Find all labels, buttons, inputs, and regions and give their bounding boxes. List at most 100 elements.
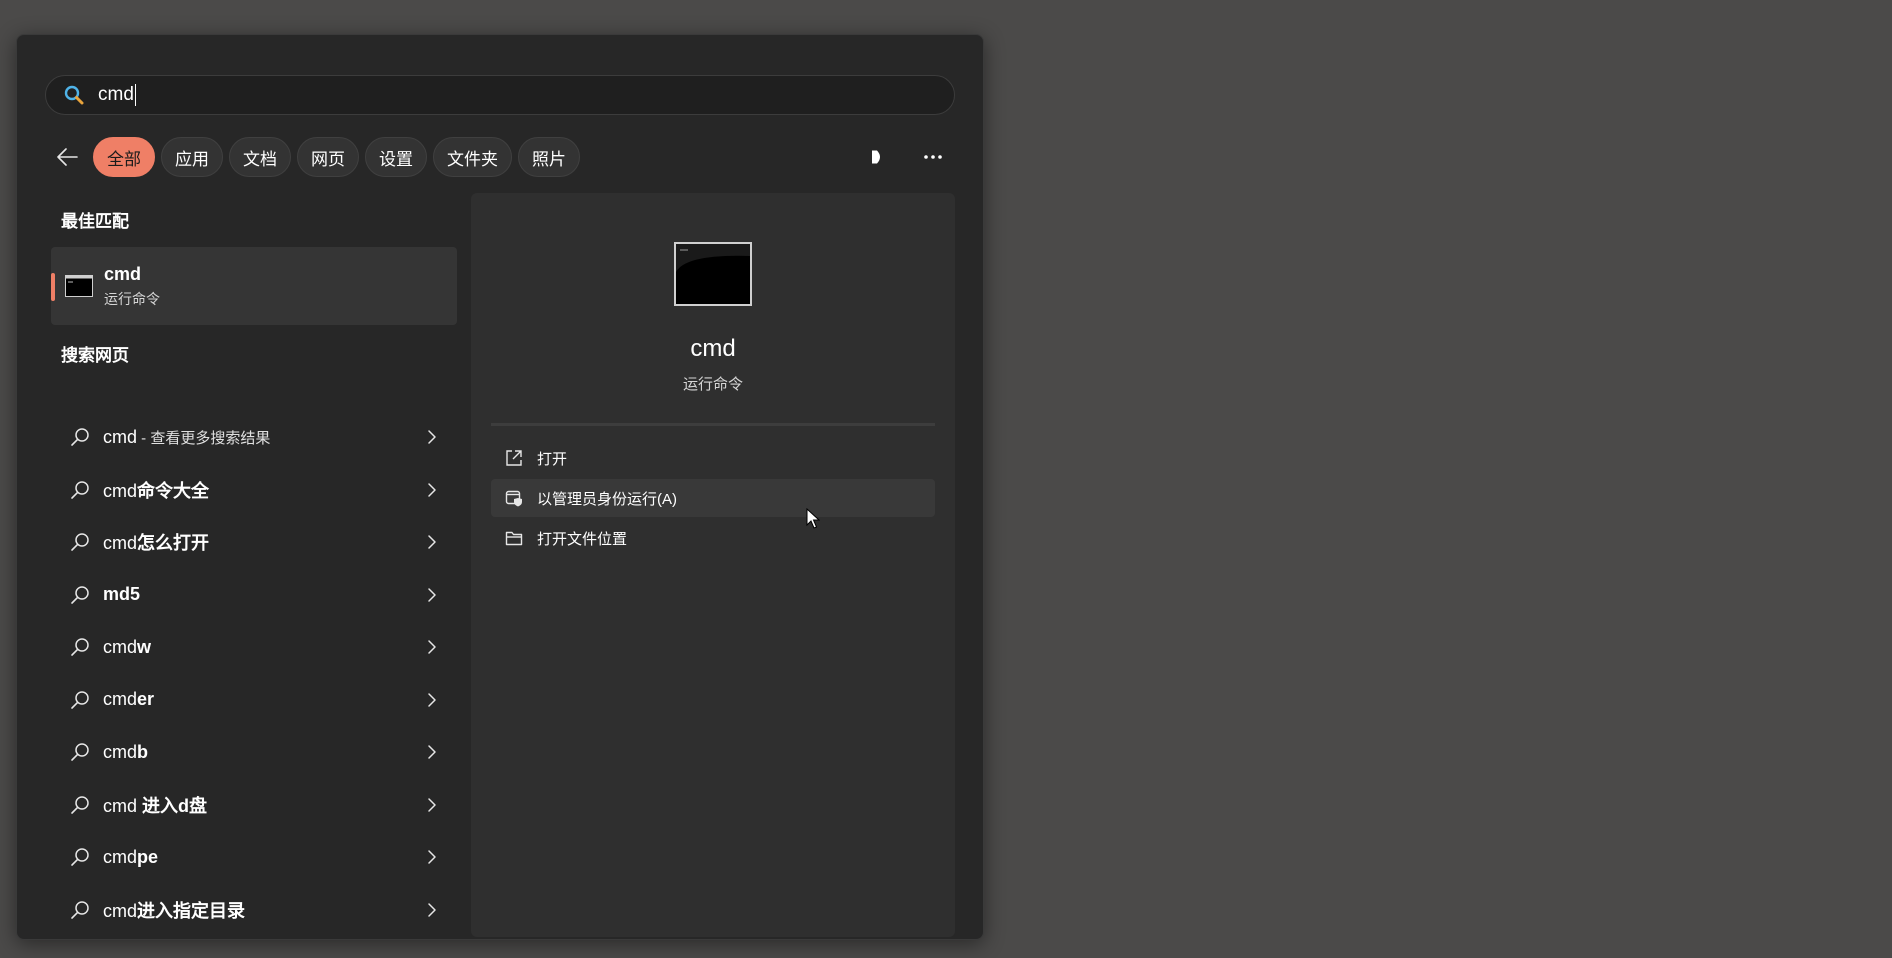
cmd-large-icon [674, 242, 752, 306]
play-button[interactable] [855, 137, 899, 177]
arrow-left-icon [57, 148, 78, 166]
web-suggestion-item[interactable]: cmdw [51, 621, 457, 674]
filter-chip[interactable]: 照片 [518, 137, 580, 177]
chevron-right-icon [428, 692, 436, 707]
suggestion-completion: 进入指定目录 [137, 900, 246, 921]
suggestion-text: md5 [103, 584, 140, 605]
filter-chip[interactable]: 设置 [365, 137, 427, 177]
suggestion-completion: 命令大全 [137, 480, 210, 501]
best-match-name: cmd [104, 263, 142, 284]
more-options-button[interactable] [911, 137, 955, 177]
detail-app-subtitle: 运行命令 [682, 376, 743, 393]
detail-app-name: cmd [690, 335, 736, 362]
suggestion-text: cmd进入指定目录 [103, 897, 245, 923]
search-icon [71, 481, 89, 499]
suggestion-text: cmd命令大全 [103, 477, 209, 503]
suggestion-completion: md5 [103, 584, 141, 605]
search-icon [71, 533, 89, 552]
chevron-right-icon [428, 535, 436, 549]
web-suggestion-item[interactable]: cmd - 查看更多搜索结果 [51, 411, 457, 464]
best-match-title: 最佳匹配 [61, 212, 129, 231]
suggestion-text: cmd - 查看更多搜索结果 [103, 427, 270, 448]
suggestion-completion: pe [137, 846, 159, 867]
search-icon [71, 638, 89, 657]
play-icon [872, 150, 880, 164]
search-input[interactable]: cmd [98, 83, 136, 106]
action-label: 打开 [537, 450, 568, 468]
filter-chip[interactable]: 网页 [297, 137, 359, 177]
search-icon [71, 848, 89, 867]
web-suggestion-item[interactable]: cmd进入指定目录 [51, 884, 457, 937]
web-suggestion-item[interactable]: cmd怎么打开 [51, 516, 457, 569]
filter-chip[interactable]: 应用 [161, 137, 223, 177]
suggestion-prefix: cmd [103, 480, 138, 501]
open-external-icon [506, 450, 522, 466]
suggestion-completion: 怎么打开 [137, 533, 210, 554]
suggestion-prefix: cmd [103, 900, 138, 921]
chevron-right-icon [428, 797, 436, 812]
cmd-app-icon [65, 275, 93, 297]
suggestion-prefix: cmd [103, 795, 138, 816]
filter-chip[interactable]: 文档 [229, 137, 291, 177]
mouse-cursor-icon [806, 508, 820, 529]
search-icon [71, 428, 89, 447]
suggestion-prefix: cmd [103, 689, 138, 710]
ellipsis-icon [924, 155, 942, 159]
detail-divider [491, 423, 935, 426]
suggestion-completion: w [137, 636, 152, 657]
search-icon [71, 691, 89, 709]
action-open[interactable]: 打开 [491, 439, 935, 477]
start-search-panel: cmd 全部 应用 文档 网页 设置 文件夹 照片 最佳匹配 cmd 运行命令 … [16, 34, 984, 940]
filter-bar: 全部 应用 文档 网页 设置 文件夹 照片 [45, 137, 955, 177]
chevron-right-icon [428, 850, 436, 864]
suggestion-completion: er [137, 689, 155, 710]
suggestion-text: cmder [103, 689, 154, 710]
web-suggestion-item[interactable]: cmder [51, 674, 457, 727]
chevron-right-icon [428, 587, 436, 602]
suggestion-prefix: cmd [103, 533, 138, 554]
chevron-right-icon [428, 430, 436, 444]
action-label: 打开文件位置 [537, 530, 628, 548]
action-run-as-admin[interactable]: 以管理员身份运行(A) [491, 479, 935, 517]
suggestion-completion: 进入d盘 [137, 795, 208, 816]
folder-icon [505, 531, 523, 546]
best-match-item[interactable]: cmd 运行命令 [51, 247, 457, 325]
suggestion-prefix: cmd [103, 636, 138, 657]
web-suggestion-item[interactable]: cmdb [51, 726, 457, 779]
filter-chips: 全部 应用 文档 网页 设置 文件夹 照片 [93, 137, 586, 177]
web-suggestion-item[interactable]: cmdpe [51, 831, 457, 884]
web-suggestion-item[interactable]: md5 [51, 569, 457, 622]
suggestion-extra: - 查看更多搜索结果 [137, 429, 271, 447]
search-icon [64, 85, 84, 105]
filter-chip[interactable]: 文件夹 [433, 137, 512, 177]
suggestion-prefix: cmd [103, 426, 138, 447]
action-label: 以管理员身份运行(A) [537, 490, 677, 508]
detail-pane: cmd 运行命令 打开 以管理员身份运行(A) 打开文件位置 [471, 193, 955, 937]
search-icon [71, 796, 89, 814]
web-search-title: 搜索网页 [61, 346, 129, 365]
text-caret [134, 83, 136, 106]
search-icon [71, 901, 89, 919]
web-suggestion-item[interactable]: cmd 进入d盘 [51, 779, 457, 832]
suggestion-text: cmdw [103, 637, 151, 658]
best-match-subtitle: 运行命令 [104, 290, 160, 307]
suggestion-prefix: cmd [103, 846, 138, 867]
back-button[interactable] [45, 137, 89, 177]
chevron-right-icon [428, 745, 436, 759]
action-open-file-location[interactable]: 打开文件位置 [491, 519, 935, 557]
filter-chip[interactable]: 全部 [93, 137, 155, 177]
suggestion-text: cmdpe [103, 847, 158, 868]
suggestion-text: cmd 进入d盘 [103, 792, 207, 818]
selection-indicator [51, 273, 55, 301]
suggestion-prefix: cmd [103, 741, 138, 762]
search-box[interactable]: cmd [45, 75, 955, 115]
search-icon [71, 586, 89, 604]
chevron-right-icon [428, 902, 436, 917]
web-suggestion-item[interactable]: cmd命令大全 [51, 464, 457, 517]
suggestion-text: cmd怎么打开 [103, 529, 209, 555]
suggestion-completion: b [137, 741, 149, 762]
chevron-right-icon [428, 482, 436, 497]
web-suggestions-list: cmd - 查看更多搜索结果 cmd命令大全 cmd怎么打开 md5 cmdw cmder… [51, 411, 457, 936]
run-as-admin-icon [505, 490, 522, 507]
search-icon [71, 743, 89, 762]
